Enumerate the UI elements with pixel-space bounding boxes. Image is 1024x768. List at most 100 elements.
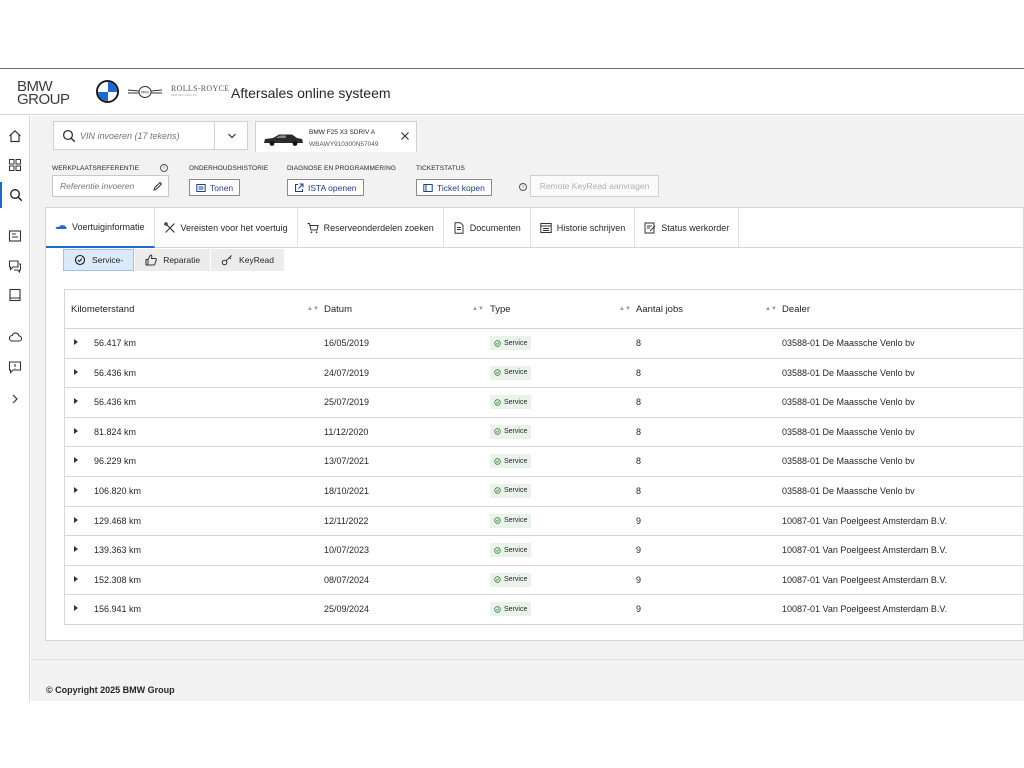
- type-badge: Service: [490, 543, 532, 558]
- cell-km: 156.941 km: [94, 604, 142, 615]
- table-row[interactable]: 56.436 km 25/07/2019 Service 8 03588-01 De M…: [65, 388, 1024, 418]
- expand-icon[interactable]: [6, 390, 24, 408]
- home-icon[interactable]: [6, 127, 24, 145]
- type-badge: Service: [490, 365, 532, 380]
- table-row[interactable]: 96.229 km 13/07/2021 Service 8 03588-01 De M…: [65, 447, 1024, 477]
- table-row[interactable]: 129.468 km 12/11/2022 Service 9 10087-01 Van…: [65, 507, 1024, 537]
- close-icon[interactable]: [400, 131, 410, 141]
- tab-write-history[interactable]: Historie schrijven: [531, 208, 636, 247]
- tab-documents[interactable]: Documenten: [444, 208, 531, 247]
- vehicle-vin: WBAWY910300N57049: [309, 141, 379, 148]
- expand-row-icon[interactable]: [74, 368, 78, 375]
- expand-row-icon[interactable]: [74, 427, 78, 434]
- history-icon: [540, 222, 552, 233]
- expand-row-icon[interactable]: [74, 575, 78, 582]
- sort-icon[interactable]: ▲▼: [619, 306, 631, 312]
- open-ista-button[interactable]: ISTA openen: [287, 179, 364, 196]
- column-header-jobs[interactable]: Aantal jobs: [636, 304, 683, 315]
- tab-vehicle-info-label: Voertuiginformatie: [72, 222, 145, 232]
- subtab-repair[interactable]: Reparatie: [135, 249, 211, 271]
- table-row[interactable]: 106.820 km 18/10/2021 Service 8 03588-01 De …: [65, 477, 1024, 507]
- column-header-date[interactable]: Datum: [324, 304, 352, 315]
- bmw-group-logo[interactable]: BMW GROUP: [17, 79, 70, 107]
- expand-row-icon[interactable]: [74, 486, 78, 493]
- expand-row-icon[interactable]: [74, 398, 78, 405]
- service-check-icon: [494, 339, 501, 347]
- tab-workorder-status[interactable]: Status werkorder: [635, 208, 740, 247]
- dashboard-icon[interactable]: [6, 156, 24, 174]
- type-badge: Service: [490, 395, 532, 410]
- vin-search-input[interactable]: [80, 130, 210, 141]
- ticket-icon: [423, 183, 433, 192]
- type-badge-label: Service: [504, 605, 528, 613]
- cell-date: 18/10/2021: [324, 485, 370, 496]
- main-tabs: Voertuiginformatie Vereisten voor het vo…: [46, 208, 1024, 248]
- cell-km: 129.468 km: [94, 515, 142, 526]
- table-row[interactable]: 152.308 km 08/07/2024 Service 9 10087-01 Van…: [65, 566, 1024, 596]
- service-check-icon: [494, 428, 501, 435]
- service-check-icon: [494, 606, 501, 613]
- table-row[interactable]: 81.824 km 11/12/2020 Service 8 03588-01 De M…: [65, 418, 1024, 448]
- tab-vehicle-requirements[interactable]: Vereisten voor het voertuig: [155, 208, 298, 247]
- type-badge-label: Service: [504, 428, 528, 436]
- cell-jobs: 8: [636, 367, 642, 378]
- book-icon[interactable]: [6, 286, 24, 304]
- tab-vehicle-info[interactable]: Voertuiginformatie: [46, 208, 155, 248]
- pencil-icon[interactable]: [152, 181, 163, 192]
- type-badge: Service: [490, 513, 532, 528]
- service-check-icon: [494, 546, 501, 554]
- cell-date: 13/07/2021: [324, 456, 370, 467]
- workshop-ref-label: WERKPLAATSREFERENTIE: [52, 165, 140, 172]
- vin-history-dropdown[interactable]: [214, 121, 248, 150]
- expand-row-icon[interactable]: [74, 516, 78, 523]
- table-row[interactable]: 56.436 km 24/07/2019 Service 8 03588-01 De M…: [65, 359, 1024, 389]
- expand-row-icon[interactable]: [74, 546, 78, 553]
- type-badge-label: Service: [504, 339, 528, 347]
- cloud-icon[interactable]: [6, 328, 24, 346]
- cell-dealer: 10087-01 Van Poelgeest Amsterdam B.V.: [782, 604, 948, 615]
- info-icon[interactable]: i: [160, 164, 168, 172]
- workshop-ref-input[interactable]: [60, 181, 148, 191]
- tab-vehicle-requirements-label: Vereisten voor het voertuig: [180, 222, 288, 233]
- left-nav: [0, 116, 30, 701]
- search-icon[interactable]: [0, 182, 30, 208]
- vehicle-name: BMW F25 X3 SDRIV A: [309, 129, 376, 136]
- service-icon[interactable]: [6, 227, 24, 245]
- expand-row-icon[interactable]: [74, 339, 78, 345]
- tab-spare-parts[interactable]: Reserveonderdelen zoeken: [298, 208, 444, 247]
- show-maintenance-button[interactable]: Tonen: [189, 179, 241, 196]
- cart-icon: [307, 222, 319, 233]
- cell-km: 56.436 km: [94, 397, 137, 408]
- cell-dealer: 10087-01 Van Poelgeest Amsterdam B.V.: [782, 574, 948, 585]
- remote-info-icon[interactable]: i: [519, 183, 527, 191]
- remote-keyread-button[interactable]: Remote KeyRead aanvragen: [530, 175, 659, 197]
- column-header-type[interactable]: Type: [490, 304, 511, 315]
- table-row[interactable]: 139.363 km 10/07/2023 Service 9 10087-01 Van…: [65, 536, 1024, 566]
- cell-jobs: 9: [636, 574, 642, 585]
- cell-km: 56.436 km: [94, 367, 137, 378]
- type-badge-label: Service: [504, 576, 528, 584]
- show-maintenance-label: Tonen: [210, 182, 234, 193]
- feedback-icon[interactable]: [6, 358, 24, 376]
- vehicle-tab[interactable]: BMW F25 X3 SDRIV A WBAWY910300N57049: [255, 121, 417, 152]
- type-badge-label: Service: [504, 487, 528, 495]
- column-header-km[interactable]: Kilometerstand: [71, 304, 134, 315]
- sort-icon[interactable]: ▲▼: [472, 306, 484, 312]
- service-gear-icon: [74, 254, 86, 266]
- type-badge-label: Service: [504, 546, 528, 554]
- table-header: Kilometerstand ▲▼ Datum ▲▼ Type ▲▼ Aanta…: [65, 290, 1024, 329]
- table-row[interactable]: 156.941 km 25/09/2024 Service 9 10087-01 Van…: [65, 595, 1024, 625]
- subtab-service[interactable]: Service-: [63, 249, 135, 271]
- buy-ticket-button[interactable]: Ticket kopen: [416, 179, 492, 196]
- expand-row-icon[interactable]: [74, 457, 78, 464]
- table-row[interactable]: 56.417 km 16/05/2019 Service 8 03588-01 De M…: [65, 329, 1024, 359]
- column-header-dealer[interactable]: Dealer: [782, 304, 810, 315]
- sort-icon[interactable]: ▲▼: [307, 306, 319, 312]
- expand-row-icon[interactable]: [74, 605, 78, 612]
- sort-icon[interactable]: ▲▼: [765, 306, 777, 312]
- rolls-royce-logo: ROLLS-ROYCE MOTOR CARS LTD: [171, 84, 229, 97]
- subtab-service-label: Service-: [92, 255, 124, 265]
- subtab-keyread[interactable]: KeyRead: [211, 249, 285, 271]
- chat-icon[interactable]: [6, 257, 24, 275]
- rolls-royce-logo-text: ROLLS-ROYCE: [171, 84, 230, 93]
